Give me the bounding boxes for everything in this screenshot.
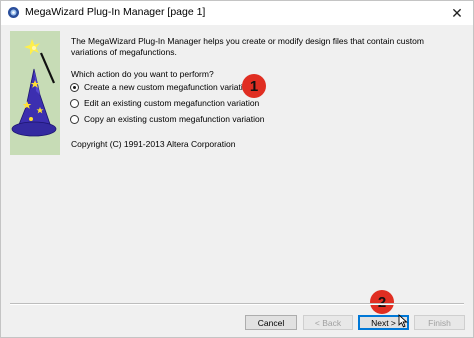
step-badge-2: 2	[370, 290, 394, 314]
option-label-copy: Copy an existing custom megafunction var…	[84, 114, 265, 124]
radio-button[interactable]	[70, 98, 79, 108]
mouse-cursor-icon	[398, 314, 408, 328]
window-title: MegaWizard Plug-In Manager [page 1]	[25, 6, 206, 18]
wizard-image-panel	[10, 31, 60, 155]
cancel-button[interactable]: Cancel	[245, 315, 297, 330]
option-create-new[interactable]: Create a new custom megafunction variati…	[70, 82, 252, 92]
step-badge-1: 1	[242, 74, 266, 98]
option-label-create: Create a new custom megafunction variati…	[84, 82, 253, 92]
radio-button-selected[interactable]	[70, 82, 79, 92]
back-button[interactable]: < Back	[303, 315, 353, 330]
close-icon: ✕	[451, 4, 463, 21]
description-text: The MegaWizard Plug-In Manager helps you…	[71, 36, 424, 57]
finish-button[interactable]: Finish	[414, 315, 465, 330]
footer-divider-highlight	[10, 304, 464, 305]
radio-button[interactable]	[70, 114, 79, 124]
copyright-text: Copyright (C) 1991-2013 Altera Corporati…	[71, 139, 236, 149]
option-label-edit: Edit an existing custom megafunction var…	[84, 98, 260, 108]
megawizard-window: MegaWizard Plug-In Manager [page 1] ✕ Th…	[0, 0, 474, 338]
option-edit-existing[interactable]: Edit an existing custom megafunction var…	[70, 98, 259, 108]
close-button[interactable]: ✕	[441, 1, 473, 25]
wizard-hat-icon	[11, 39, 57, 137]
option-copy-existing[interactable]: Copy an existing custom megafunction var…	[70, 114, 264, 124]
title-bar: MegaWizard Plug-In Manager [page 1] ✕	[1, 1, 473, 25]
app-icon	[8, 7, 19, 18]
action-question: Which action do you want to perform?	[71, 69, 214, 79]
